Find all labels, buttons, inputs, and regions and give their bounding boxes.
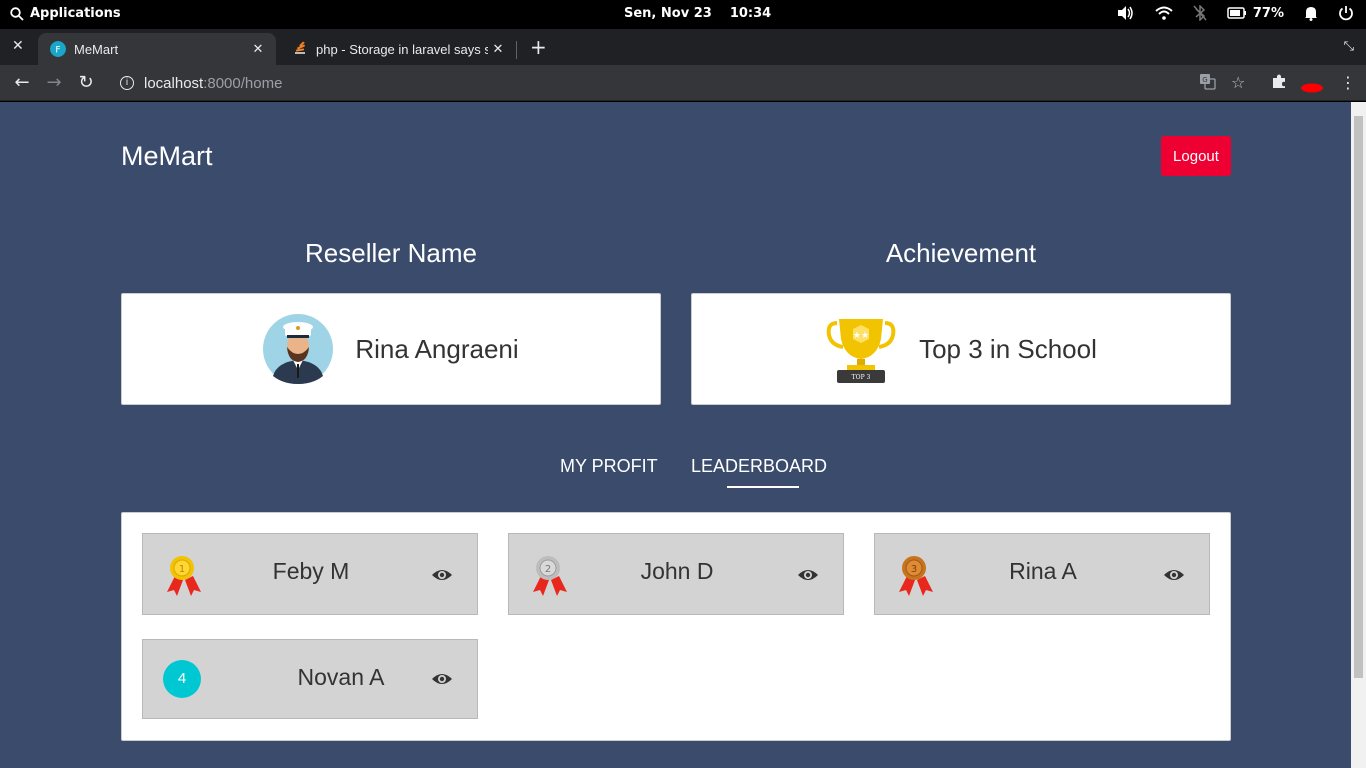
- page-scrollbar[interactable]: [1351, 102, 1366, 768]
- extensions-icon[interactable]: [1271, 73, 1287, 93]
- leaderboard-panel: 1 Feby M 2 John D 3 Rina A 4 Novan A: [121, 512, 1231, 741]
- eye-icon[interactable]: [1163, 564, 1185, 586]
- system-tray[interactable]: 77%: [1117, 5, 1354, 21]
- close-icon[interactable]: ✕: [12, 38, 24, 54]
- translate-icon[interactable]: G: [1199, 73, 1216, 94]
- wifi-icon: [1155, 6, 1173, 20]
- clock[interactable]: Sen, Nov 23 10:34: [624, 6, 771, 21]
- tab-leaderboard[interactable]: LEADERBOARD: [691, 456, 827, 477]
- memart-favicon-icon: F: [50, 41, 66, 57]
- system-top-bar: Applications Sen, Nov 23 10:34 77%: [0, 0, 1366, 29]
- reseller-name: Rina Angraeni: [355, 333, 519, 364]
- battery-indicator: 77%: [1227, 6, 1284, 21]
- scrollbar-thumb[interactable]: [1354, 116, 1363, 678]
- forward-icon[interactable]: →: [42, 71, 66, 95]
- bluetooth-off-icon: [1193, 5, 1207, 21]
- bookmark-star-icon[interactable]: ☆: [1231, 73, 1245, 92]
- trophy-label: TOP 3: [852, 374, 871, 381]
- brand-title[interactable]: MeMart: [121, 141, 213, 172]
- search-icon: [10, 6, 24, 21]
- leaderboard-name: John D: [640, 558, 714, 584]
- tab-title: MeMart: [74, 41, 119, 57]
- volume-icon: [1117, 5, 1135, 21]
- tab-close-icon[interactable]: ✕: [248, 41, 268, 57]
- applications-menu[interactable]: Applications: [10, 6, 121, 21]
- battery-percent: 77%: [1252, 5, 1284, 21]
- back-icon[interactable]: ←: [10, 71, 34, 95]
- svg-text:★★: ★★: [853, 331, 869, 341]
- reseller-card: Rina Angraeni: [121, 293, 661, 405]
- achievement-text: Top 3 in School: [919, 333, 1097, 364]
- extension-red-icon[interactable]: [1300, 78, 1324, 97]
- trophy-icon: ★★ TOP 3: [826, 319, 896, 383]
- leaderboard-entry[interactable]: 2 John D: [508, 533, 844, 615]
- url-host: localhost: [144, 74, 204, 92]
- date-label: Sen, Nov 23: [624, 6, 712, 21]
- stackoverflow-favicon-icon: [295, 41, 306, 54]
- new-tab-icon[interactable]: +: [530, 35, 547, 59]
- page-body: MeMart Logout Reseller Name Achievement …: [0, 102, 1351, 768]
- eye-icon[interactable]: [797, 564, 819, 586]
- leaderboard-name: Rina A: [1009, 558, 1077, 584]
- reseller-heading: Reseller Name: [305, 238, 477, 268]
- tab-memart[interactable]: F MeMart ✕: [38, 33, 276, 65]
- restore-window-icon[interactable]: ⤡: [1344, 39, 1354, 54]
- url-path: :8000/home: [203, 74, 283, 92]
- tab-divider: [516, 41, 517, 59]
- address-bar[interactable]: i localhost:8000/home: [110, 67, 1260, 99]
- browser-tab-strip: ✕ F MeMart ✕ php - Storage in laravel sa…: [0, 29, 1366, 65]
- leaderboard-name: Feby M: [272, 558, 350, 584]
- tab-title: php - Storage in laravel says sy: [316, 41, 488, 57]
- eye-icon[interactable]: [431, 564, 453, 586]
- achievement-card: ★★ TOP 3 Top 3 in School: [691, 293, 1231, 405]
- applications-label: Applications: [30, 6, 121, 21]
- svg-text:F: F: [55, 46, 60, 56]
- leaderboard-name: Novan A: [297, 664, 385, 690]
- leaderboard-entry[interactable]: 1 Feby M: [142, 533, 478, 615]
- eye-icon[interactable]: [431, 668, 453, 690]
- tab-close-icon[interactable]: ✕: [488, 41, 508, 57]
- battery-icon: [1227, 7, 1246, 19]
- bell-icon: [1304, 5, 1318, 21]
- info-icon[interactable]: i: [120, 76, 134, 90]
- active-tab-indicator: [727, 486, 799, 488]
- menu-kebab-icon[interactable]: ⋮: [1340, 73, 1356, 92]
- leaderboard-entry[interactable]: 4 Novan A: [142, 639, 478, 719]
- tab-my-profit[interactable]: MY PROFIT: [560, 456, 658, 477]
- browser-toolbar: ← → ↻ i localhost:8000/home G ☆ ⋮: [0, 65, 1366, 101]
- achievement-heading: Achievement: [885, 238, 1037, 268]
- time-label: 10:34: [729, 6, 772, 21]
- logout-button[interactable]: Logout: [1161, 136, 1231, 176]
- power-icon: [1338, 5, 1354, 21]
- leaderboard-entry[interactable]: 3 Rina A: [874, 533, 1210, 615]
- avatar: [263, 314, 334, 384]
- tab-stackoverflow[interactable]: php - Storage in laravel says sy ✕: [280, 33, 516, 65]
- svg-text:G: G: [1202, 76, 1207, 84]
- reload-icon[interactable]: ↻: [74, 71, 98, 95]
